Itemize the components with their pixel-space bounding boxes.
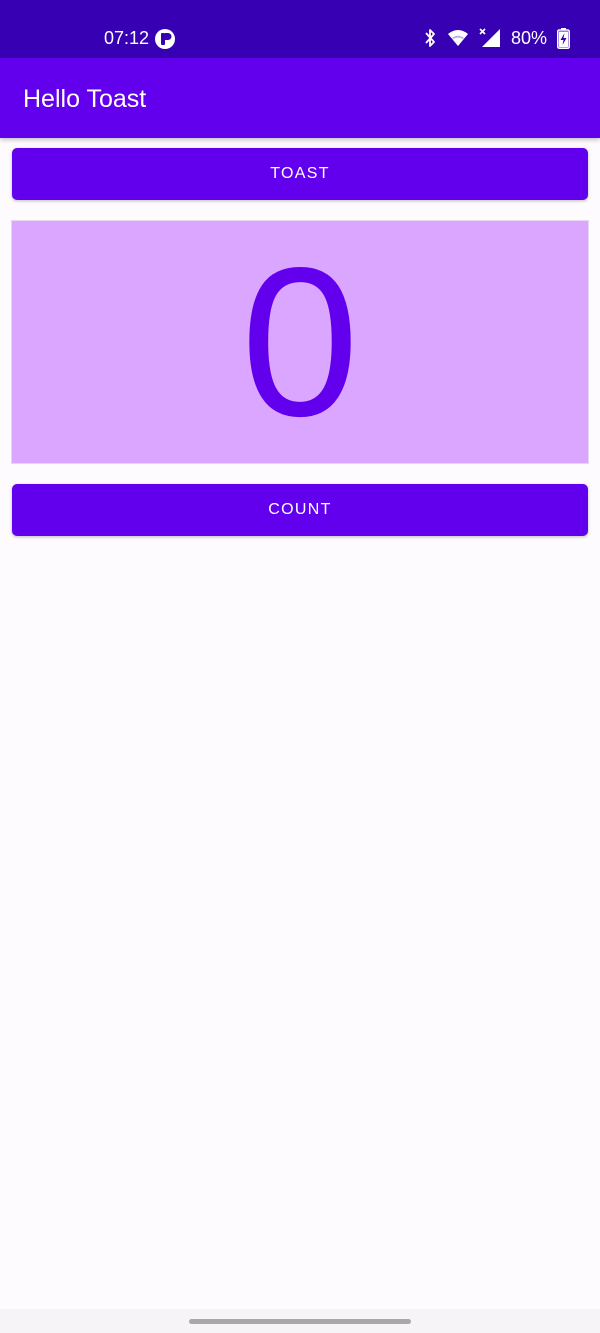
app-title: Hello Toast: [23, 85, 147, 113]
toast-button[interactable]: TOAST: [12, 148, 588, 200]
counter-display: 0: [11, 220, 589, 464]
gesture-nav-handle[interactable]: [189, 1319, 411, 1324]
status-bar: 07:12 80%: [0, 0, 600, 58]
bluetooth-icon: [423, 28, 437, 48]
counter-value: 0: [241, 223, 359, 460]
battery-charging-icon: [557, 27, 570, 49]
count-button[interactable]: COUNT: [12, 484, 588, 536]
app-bar: Hello Toast: [0, 58, 600, 138]
status-icons: 80%: [423, 26, 570, 50]
cell-signal-icon: [479, 28, 501, 48]
status-time: 07:12: [104, 28, 150, 48]
wifi-icon: [447, 29, 469, 47]
battery-percent: 80%: [510, 28, 547, 48]
app-notification-icon: [154, 28, 176, 50]
